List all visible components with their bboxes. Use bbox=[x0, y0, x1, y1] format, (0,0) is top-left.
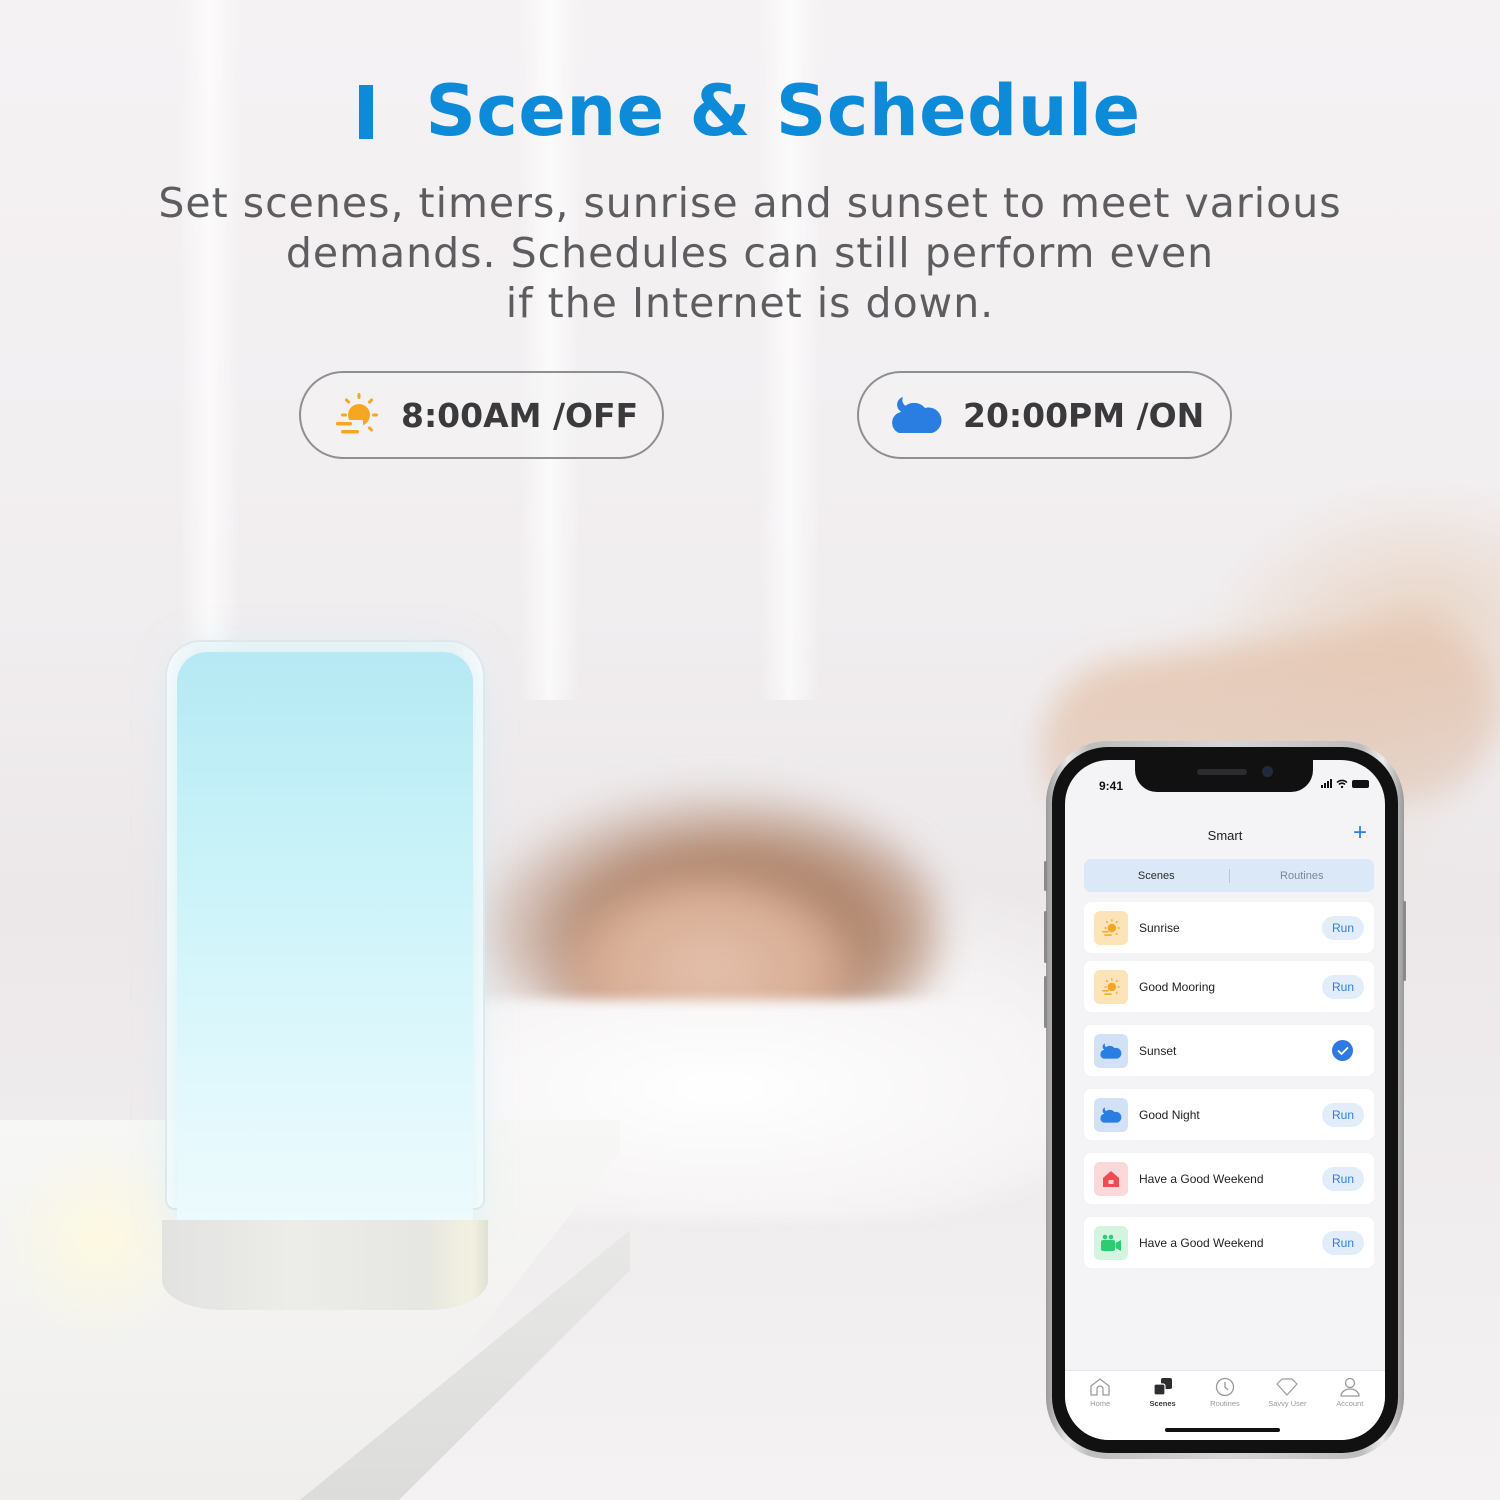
status-time: 9:41 bbox=[1099, 779, 1124, 793]
scene-name: Sunrise bbox=[1139, 920, 1180, 935]
diamond-icon bbox=[1276, 1378, 1298, 1396]
tabbar-label: Account bbox=[1336, 1399, 1364, 1408]
schedule-pill-on: 20:00PM /ON bbox=[857, 371, 1232, 459]
tab-scenes[interactable]: Scenes bbox=[1084, 870, 1229, 882]
title-bar-decoration bbox=[359, 85, 374, 139]
tabbar-item-savvy-user[interactable]: Savvy User bbox=[1257, 1377, 1317, 1408]
scene-item[interactable]: Have a Good Weekend Run bbox=[1084, 1153, 1374, 1204]
battery-icon bbox=[1352, 779, 1369, 788]
phone-power-button bbox=[1403, 901, 1406, 981]
tabbar-label: Home bbox=[1090, 1399, 1111, 1408]
tabbar-item-scenes[interactable]: Scenes bbox=[1133, 1377, 1193, 1408]
schedule-pill-off: 8:00AM /OFF bbox=[299, 371, 664, 459]
scene-name: Good Mooring bbox=[1139, 979, 1216, 994]
signal-icon bbox=[1321, 779, 1332, 788]
lamp-light bbox=[177, 652, 473, 1222]
run-button[interactable]: Run bbox=[1322, 1167, 1364, 1191]
nav-title: Smart bbox=[1207, 828, 1243, 843]
description-line: if the Internet is down. bbox=[505, 279, 995, 327]
scene-item[interactable]: Sunrise Run bbox=[1084, 902, 1374, 953]
scene-item[interactable]: Good Night Run bbox=[1084, 1089, 1374, 1140]
phone-mute-switch bbox=[1044, 861, 1047, 891]
front-camera bbox=[1262, 766, 1273, 777]
run-button[interactable]: Run bbox=[1322, 1231, 1364, 1255]
tabbar-label: Savvy User bbox=[1268, 1399, 1307, 1408]
speaker-grille bbox=[1197, 769, 1247, 775]
wifi-icon bbox=[1336, 779, 1348, 788]
segment-control: Scenes Routines bbox=[1084, 859, 1374, 892]
tabbar-item-home[interactable]: Home bbox=[1070, 1377, 1130, 1408]
run-button[interactable]: Run bbox=[1322, 1103, 1364, 1127]
run-button[interactable]: Run bbox=[1322, 916, 1364, 940]
title-text: Scene & Schedule bbox=[425, 70, 1141, 152]
schedule-pill-off-label: 8:00AM /OFF bbox=[401, 395, 639, 435]
phone-volume-down bbox=[1044, 976, 1047, 1028]
person-icon bbox=[1340, 1377, 1360, 1397]
moon-cloud-icon bbox=[892, 397, 942, 433]
scene-item[interactable]: Have a Good Weekend Run bbox=[1084, 1217, 1374, 1268]
scenes-icon bbox=[1152, 1378, 1172, 1396]
scene-name: Good Night bbox=[1139, 1107, 1200, 1122]
scene-name: Have a Good Weekend bbox=[1139, 1235, 1264, 1250]
description-line: demands. Schedules can still perform eve… bbox=[285, 229, 1215, 277]
tab-routines[interactable]: Routines bbox=[1230, 870, 1375, 882]
phone-volume-up bbox=[1044, 911, 1047, 963]
tabbar-label: Routines bbox=[1210, 1399, 1240, 1408]
bottom-tab-bar: Home Scenes Routines Savvy User Account bbox=[1065, 1370, 1385, 1440]
description-line: Set scenes, timers, sunrise and sunset t… bbox=[158, 179, 1342, 227]
add-scene-button[interactable]: + bbox=[1349, 821, 1371, 845]
sunrise-icon bbox=[336, 393, 378, 434]
sunrise-icon bbox=[1094, 969, 1128, 1004]
home-indicator bbox=[1165, 1428, 1280, 1432]
scene-item[interactable]: Sunset bbox=[1084, 1025, 1374, 1076]
moon-cloud-icon bbox=[1094, 1033, 1128, 1068]
clock-icon bbox=[1215, 1377, 1235, 1397]
lamp-base bbox=[162, 1220, 488, 1310]
house-icon bbox=[1094, 1161, 1128, 1196]
tabbar-label: Scenes bbox=[1149, 1399, 1176, 1408]
video-camera-icon bbox=[1094, 1225, 1128, 1260]
status-icons bbox=[1321, 779, 1369, 788]
smartphone: 9:41 Smart + Scenes Routines Sunrise Run… bbox=[1044, 741, 1406, 1459]
moon-cloud-icon bbox=[1094, 1097, 1128, 1132]
scene-name: Have a Good Weekend bbox=[1139, 1171, 1264, 1186]
run-button[interactable]: Run bbox=[1322, 975, 1364, 999]
tabbar-item-routines[interactable]: Routines bbox=[1195, 1377, 1255, 1408]
schedule-pill-on-label: 20:00PM /ON bbox=[963, 395, 1205, 435]
sunrise-icon bbox=[1094, 910, 1128, 945]
app-screen: 9:41 Smart + Scenes Routines Sunrise Run… bbox=[1065, 760, 1385, 1440]
checkmark-icon[interactable] bbox=[1332, 1040, 1353, 1061]
scene-list: Sunrise Run Good Mooring Run Sunset Good… bbox=[1084, 902, 1374, 1276]
tabbar-item-account[interactable]: Account bbox=[1320, 1377, 1380, 1408]
home-icon bbox=[1090, 1378, 1110, 1396]
page-title: Scene & Schedule bbox=[0, 70, 1500, 152]
scene-name: Sunset bbox=[1139, 1043, 1177, 1058]
phone-notch bbox=[1135, 760, 1313, 792]
page-description: Set scenes, timers, sunrise and sunset t… bbox=[100, 178, 1400, 328]
scene-item[interactable]: Good Mooring Run bbox=[1084, 961, 1374, 1012]
